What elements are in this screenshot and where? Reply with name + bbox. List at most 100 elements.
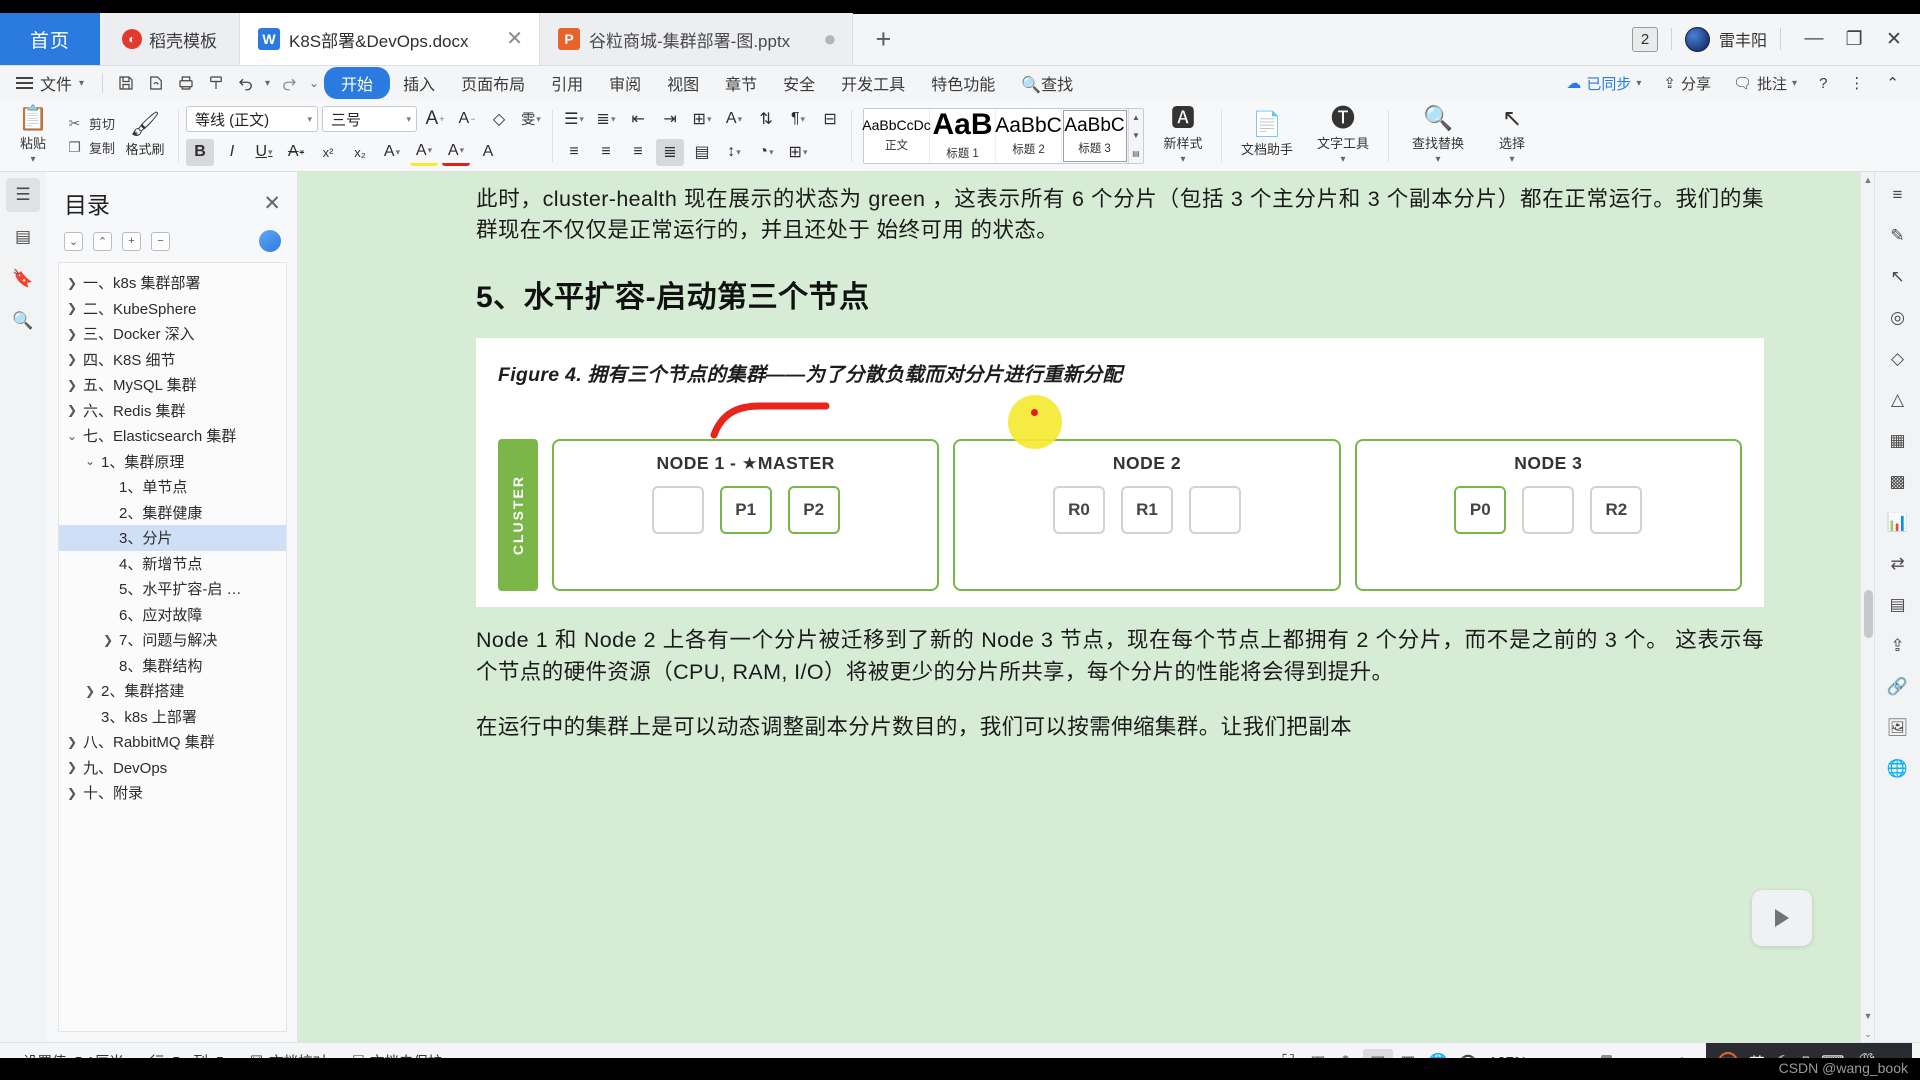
line-spacing-icon[interactable]: ↕▾: [720, 139, 748, 166]
chevron-right-icon[interactable]: ❯: [67, 403, 83, 417]
bullet-list-icon[interactable]: ☰▾: [560, 106, 588, 133]
menu-tab-security[interactable]: 安全: [770, 68, 828, 98]
toc-icon[interactable]: ☰: [6, 178, 40, 212]
toc-settings-icon[interactable]: [259, 230, 281, 252]
align-left-icon[interactable]: ≡: [560, 139, 588, 166]
doc-assistant-button[interactable]: 📄 文档助手: [1229, 102, 1305, 170]
grid-icon[interactable]: ▩: [1881, 465, 1915, 499]
flow-icon[interactable]: ⇄: [1881, 547, 1915, 581]
chart-icon[interactable]: 📊: [1881, 506, 1915, 540]
help-icon[interactable]: ?: [1808, 75, 1838, 92]
multilevel-list-icon[interactable]: ⊞▾: [688, 106, 716, 133]
chevron-right-icon[interactable]: ❯: [67, 301, 83, 315]
collapse-ribbon-icon[interactable]: ⌃: [1875, 74, 1910, 92]
bookmark-icon[interactable]: 🔖: [6, 262, 40, 296]
toc-item-10[interactable]: 3、分片: [59, 525, 286, 551]
tab-k8s-docx[interactable]: W K8S部署&DevOps.docx ✕: [240, 13, 540, 65]
chevron-right-icon[interactable]: ❯: [67, 327, 83, 341]
scroll-down-icon[interactable]: ▼: [1861, 1008, 1874, 1024]
toc-list[interactable]: ❯一、k8s 集群部署 ❯二、KubeSphere ❯三、Docker 深入 ❯…: [58, 262, 287, 1032]
superscript-button[interactable]: x²: [314, 139, 342, 166]
undo-dropdown-icon[interactable]: ▾: [261, 68, 274, 98]
paragraph-mid[interactable]: Node 1 和 Node 2 上各有一个分片被迁移到了新的 Node 3 节点…: [476, 625, 1764, 687]
triangle-icon[interactable]: △: [1881, 383, 1915, 417]
notification-badge[interactable]: 2: [1632, 27, 1658, 52]
style-body[interactable]: AaBbCcDc 正文: [864, 109, 930, 163]
toc-item-18[interactable]: ❯八、RabbitMQ 集群: [59, 729, 286, 755]
menu-tab-section[interactable]: 章节: [712, 68, 770, 98]
align-justify-icon[interactable]: ≣: [656, 139, 684, 166]
increase-indent-icon[interactable]: ⇥: [656, 106, 684, 133]
toc-item-2[interactable]: ❯三、Docker 深入: [59, 321, 286, 347]
toc-item-0[interactable]: ❯一、k8s 集群部署: [59, 270, 286, 296]
figure-container[interactable]: Figure 4. 拥有三个节点的集群——为了分散负载而对分片进行重新分配 CL…: [476, 338, 1764, 607]
document-page[interactable]: 此时，cluster-health 现在展示的状态为 green ，这表示所有 …: [298, 172, 1874, 1042]
restore-button[interactable]: ❐: [1834, 13, 1874, 65]
toc-item-20[interactable]: ❯十、附录: [59, 780, 286, 806]
collapse-all-icon[interactable]: −: [151, 232, 170, 251]
collapse-up-icon[interactable]: ⌃: [93, 232, 112, 251]
clear-format-icon[interactable]: ◇: [485, 106, 513, 133]
minimize-button[interactable]: —: [1794, 13, 1834, 65]
bold-button[interactable]: B: [186, 139, 214, 166]
underline-button[interactable]: U▾: [250, 139, 278, 166]
more-quick-icon[interactable]: ⌄: [304, 68, 324, 98]
menu-tab-find[interactable]: 🔍查找: [1008, 68, 1086, 98]
char-effect-button[interactable]: A▾: [378, 139, 406, 166]
cloud-sync-button[interactable]: ☁ 已同步 ▾: [1555, 73, 1652, 94]
chevron-down-icon[interactable]: ⌄: [85, 454, 101, 468]
table-icon[interactable]: ▦: [1881, 424, 1915, 458]
distribute-icon[interactable]: ▤: [688, 139, 716, 166]
chevron-right-icon[interactable]: ❯: [67, 786, 83, 800]
toc-item-12[interactable]: 5、水平扩容-启 …: [59, 576, 286, 602]
toc-item-13[interactable]: 6、应对故障: [59, 602, 286, 628]
dash-icon[interactable]: ≡: [1881, 178, 1915, 212]
more-vertical-icon[interactable]: ⋮: [1838, 74, 1875, 92]
select-button[interactable]: ↖ 选择 ▾: [1480, 102, 1544, 170]
avatar[interactable]: [1685, 27, 1710, 52]
toc-item-4[interactable]: ❯五、MySQL 集群: [59, 372, 286, 398]
chevron-right-icon[interactable]: ❯: [67, 276, 83, 290]
print-icon[interactable]: [171, 68, 201, 98]
new-tab-button[interactable]: +: [853, 13, 913, 65]
toc-item-6[interactable]: ⌄七、Elasticsearch 集群: [59, 423, 286, 449]
shrink-font-button[interactable]: A−: [453, 106, 481, 133]
style-heading-1[interactable]: AaB 标题 1: [930, 109, 996, 163]
page-thumbnail-icon[interactable]: ▤: [6, 220, 40, 254]
sort-icon[interactable]: ⇅: [752, 106, 780, 133]
toc-item-19[interactable]: ❯九、DevOps: [59, 755, 286, 781]
subscript-button[interactable]: x₂: [346, 139, 374, 166]
decrease-indent-icon[interactable]: ⇤: [624, 106, 652, 133]
menu-tab-references[interactable]: 引用: [538, 68, 596, 98]
style-heading-2[interactable]: AaBbC 标题 2: [996, 109, 1062, 163]
menu-tab-start[interactable]: 开始: [324, 67, 390, 99]
toc-item-16[interactable]: ❯2、集群搭建: [59, 678, 286, 704]
save-icon[interactable]: [111, 68, 141, 98]
tab-template[interactable]: ◐ 稻壳模板: [100, 13, 240, 65]
share-button[interactable]: ⇪ 分享: [1652, 73, 1722, 94]
gallery-up-icon[interactable]: ▲: [1129, 109, 1143, 127]
font-color-button[interactable]: A▾: [442, 139, 470, 166]
tab-pptx[interactable]: P 谷粒商城-集群部署-图.pptx ●: [540, 13, 853, 65]
tab-home[interactable]: 首页: [0, 13, 100, 65]
tab-close-icon[interactable]: ✕: [482, 29, 523, 49]
expand-down-icon[interactable]: ⌄: [64, 232, 83, 251]
chevron-right-icon[interactable]: ❯: [67, 735, 83, 749]
chevron-right-icon[interactable]: ❯: [103, 633, 119, 647]
pic-icon[interactable]: 🖼: [1881, 711, 1915, 745]
paragraph-bottom[interactable]: 在运行中的集群上是可以动态调整副本分片数目的，我们可以按需伸缩集群。让我们把副本: [476, 712, 1764, 743]
align-right-icon[interactable]: ≡: [624, 139, 652, 166]
scrollbar-thumb[interactable]: [1864, 590, 1873, 638]
toc-item-8[interactable]: 1、单节点: [59, 474, 286, 500]
chevron-down-icon[interactable]: ⌄: [67, 429, 83, 443]
borders-icon[interactable]: ⊞▾: [784, 139, 812, 166]
close-icon[interactable]: ✕: [263, 191, 281, 216]
highlight-color-button[interactable]: A▾: [410, 139, 438, 166]
paragraph-top[interactable]: 此时，cluster-health 现在展示的状态为 green ，这表示所有 …: [476, 184, 1764, 246]
pinyin-guide-icon[interactable]: 雯▾: [517, 106, 545, 133]
menu-tab-page-layout[interactable]: 页面布局: [448, 68, 538, 98]
find-replace-button[interactable]: 🔍 查找替换 ▾: [1396, 102, 1480, 170]
font-size-combo[interactable]: 三号 ▾: [322, 106, 417, 132]
show-marks-icon[interactable]: ¶▾: [784, 106, 812, 133]
redo-icon[interactable]: [274, 68, 304, 98]
